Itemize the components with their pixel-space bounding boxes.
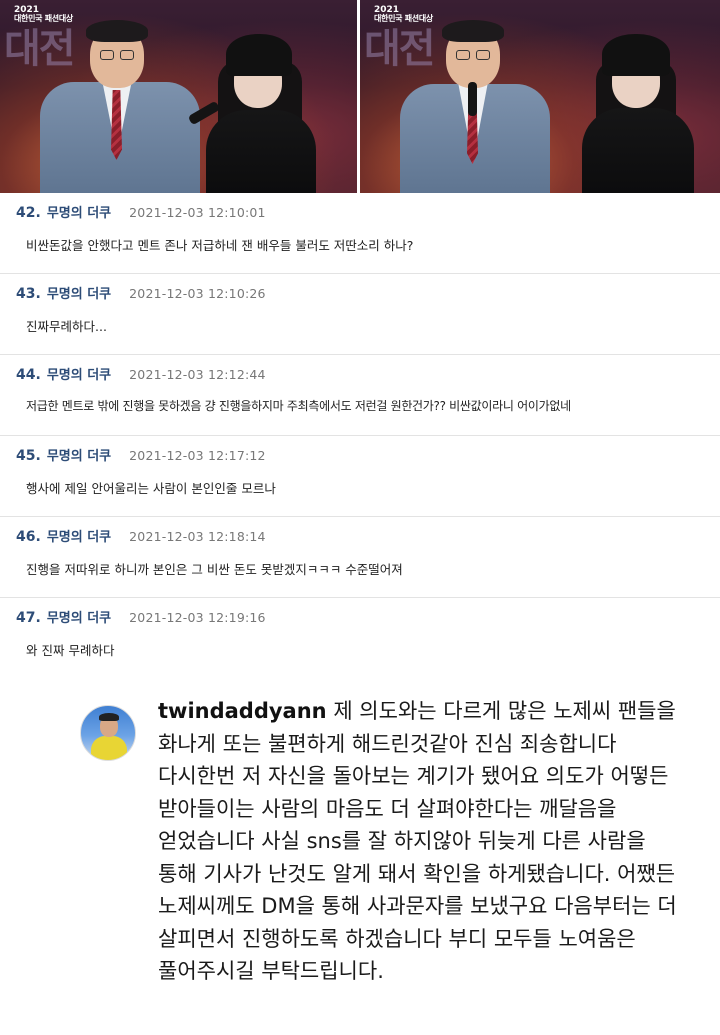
comment-author[interactable]: 무명의 더쿠 [47,364,111,383]
comment-author[interactable]: 무명의 더쿠 [47,607,111,626]
comment-text: 와 진짜 무례하다 [26,643,115,658]
comment-date: 2021-12-03 12:10:01 [129,205,266,220]
comment-item: 45. 무명의 더쿠 2021-12-03 12:17:12 행사에 제일 안어… [0,436,720,517]
comment-item: 42. 무명의 더쿠 2021-12-03 12:10:01 비싼돈값을 안했다… [0,193,720,274]
event-photo-right: 대전 2021 대한민국 패션대상 [360,0,720,193]
comment-text: 행사에 제일 안어울리는 사람이 본인인줄 모르나 [26,481,276,496]
comment-author[interactable]: 무명의 더쿠 [47,445,111,464]
comment-text: 진행을 저따위로 하니까 본인은 그 비싼 돈도 못받겠지ㅋㅋㅋ 수준떨어져 [26,562,403,577]
instagram-username[interactable]: twindaddyann [158,699,327,723]
guest-figure [578,28,698,193]
profile-avatar-icon[interactable] [80,705,136,761]
comment-text: 저급한 멘트로 밖에 진행을 못하겠음 걍 진행을하지마 주최측에서도 저런걸 … [26,399,571,413]
comment-item: 47. 무명의 더쿠 2021-12-03 12:19:16 와 진짜 무례하다 [0,598,720,679]
comment-text: 비싼돈값을 안했다고 멘트 존나 저급하네 잰 배우들 불러도 저딴소리 하나? [26,238,414,253]
comment-author[interactable]: 무명의 더쿠 [47,526,111,545]
comment-date: 2021-12-03 12:10:26 [129,286,266,301]
comment-number: 47. [16,610,41,626]
comment-list: 42. 무명의 더쿠 2021-12-03 12:10:01 비싼돈값을 안했다… [0,193,720,679]
comment-text: 진짜무례하다... [26,319,107,334]
comment-date: 2021-12-03 12:17:12 [129,448,266,463]
guest-figure [200,28,320,193]
comment-author[interactable]: 무명의 더쿠 [47,283,111,302]
comment-item: 43. 무명의 더쿠 2021-12-03 12:10:26 진짜무례하다... [0,274,720,355]
comment-number: 44. [16,367,41,383]
photo-strip: 대전 2021 대한민국 패션대상 대전 2021 대한민국 패션대상 [0,0,720,193]
host-figure [40,20,221,193]
comment-date: 2021-12-03 12:19:16 [129,610,266,625]
instagram-message: 제 의도와는 다르게 많은 노제씨 팬들을 화나게 또는 불편하게 해드린것같아… [158,699,677,983]
comment-date: 2021-12-03 12:18:14 [129,529,266,544]
comment-date: 2021-12-03 12:12:44 [129,367,266,382]
comment-number: 43. [16,286,41,302]
comment-item: 44. 무명의 더쿠 2021-12-03 12:12:44 저급한 멘트로 밖… [0,355,720,436]
comment-number: 45. [16,448,41,464]
comment-author[interactable]: 무명의 더쿠 [47,202,111,221]
comment-number: 46. [16,529,41,545]
instagram-comment: twindaddyann 제 의도와는 다르게 많은 노제씨 팬들을 화나게 또… [0,681,720,1035]
comment-item: 46. 무명의 더쿠 2021-12-03 12:18:14 진행을 저따위로 … [0,517,720,598]
host-figure [400,18,550,193]
event-photo-left: 대전 2021 대한민국 패션대상 [0,0,357,193]
instagram-comment-text: twindaddyann 제 의도와는 다르게 많은 노제씨 팬들을 화나게 또… [158,695,686,988]
comment-number: 42. [16,205,41,221]
